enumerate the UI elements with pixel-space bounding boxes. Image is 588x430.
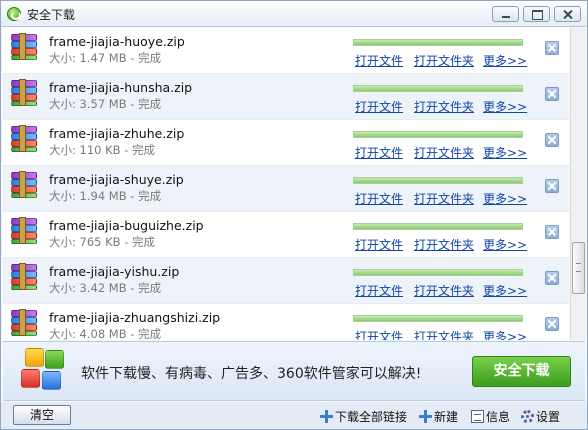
download-row[interactable]: frame-jiajia-shuye.zip 大小: 1.94 MB - 完成 … [3,166,569,212]
download-progress-bar [353,223,523,230]
open-file-link[interactable]: 打开文件 [355,190,403,207]
download-progress-bar [353,85,523,92]
file-size-status: 大小: 3.42 MB - 完成 [49,281,162,295]
plus-icon [419,410,432,423]
file-size-status: 大小: 765 KB - 完成 [49,235,156,249]
delete-item-icon[interactable] [545,133,559,147]
file-name: frame-jiajia-huoye.zip [49,34,185,49]
delete-item-icon[interactable] [545,179,559,193]
open-file-link[interactable]: 打开文件 [355,236,403,253]
more-link[interactable]: 更多>> [483,236,527,253]
download-progress-bar [353,269,523,276]
winrar-archive-icon [9,308,37,336]
file-name: frame-jiajia-shuye.zip [49,172,184,187]
info-label: 信息 [486,410,511,424]
file-size-status: 大小: 110 KB - 完成 [49,143,156,157]
file-name: frame-jiajia-zhuhe.zip [49,126,185,141]
more-link[interactable]: 更多>> [483,144,527,161]
download-row[interactable]: frame-jiajia-hunsha.zip 大小: 3.57 MB - 完成… [3,74,569,120]
new-label: 新建 [434,410,459,424]
winrar-archive-icon [9,32,37,60]
file-name: frame-jiajia-zhuangshizi.zip [49,310,221,325]
promo-text: 软件下载慢、有病毒、广告多、360软件管家可以解决! [81,366,422,382]
file-size-status: 大小: 4.08 MB - 完成 [49,327,162,340]
winrar-archive-icon [9,262,37,290]
gear-icon [521,410,534,423]
download-row[interactable]: frame-jiajia-buguizhe.zip 大小: 765 KB - 完… [3,212,569,258]
window-title: 安全下载 [27,8,76,22]
download-all-label: 下载全部链接 [335,410,408,424]
delete-item-icon[interactable] [545,225,559,239]
file-size-status: 大小: 1.94 MB - 完成 [49,189,162,203]
more-link[interactable]: 更多>> [483,190,527,207]
winrar-archive-icon [9,78,37,106]
winrar-archive-icon [9,124,37,152]
file-size-status: 大小: 3.57 MB - 完成 [49,97,162,111]
download-row[interactable]: frame-jiajia-zhuhe.zip 大小: 110 KB - 完成 打… [3,120,569,166]
plus-icon [320,410,333,423]
open-file-link[interactable]: 打开文件 [355,52,403,69]
download-progress-bar [353,39,523,46]
open-file-link[interactable]: 打开文件 [355,282,403,299]
promo-banner: 软件下载慢、有病毒、广告多、360软件管家可以解决! 安全下载 [3,341,585,401]
info-icon [471,410,484,423]
settings-label: 设置 [536,410,561,424]
open-folder-link[interactable]: 打开文件夹 [414,328,474,340]
file-name: frame-jiajia-hunsha.zip [49,80,193,95]
new-download-button[interactable]: 新建 [419,408,458,425]
360-software-manager-icon [21,348,69,394]
download-all-links-button[interactable]: 下载全部链接 [320,408,407,425]
download-row[interactable]: frame-jiajia-zhuangshizi.zip 大小: 4.08 MB… [3,304,569,340]
download-progress-bar [353,177,523,184]
delete-item-icon[interactable] [545,271,559,285]
open-folder-link[interactable]: 打开文件夹 [414,282,474,299]
close-button[interactable] [554,6,581,22]
delete-item-icon[interactable] [545,87,559,101]
bottom-toolbar: 清空 下载全部链接 新建 信息 设置 [1,402,587,429]
open-folder-link[interactable]: 打开文件夹 [414,144,474,161]
winrar-archive-icon [9,216,37,244]
open-file-link[interactable]: 打开文件 [355,98,403,115]
download-window: 安全下载 frame-jiajia-huoye.zip 大小: 1.47 MB … [0,0,588,430]
open-folder-link[interactable]: 打开文件夹 [414,52,474,69]
minimize-button[interactable] [492,6,519,22]
delete-item-icon[interactable] [545,317,559,331]
settings-button[interactable]: 设置 [521,408,560,425]
download-row[interactable]: frame-jiajia-yishu.zip 大小: 3.42 MB - 完成 … [3,258,569,304]
download-progress-bar [353,131,523,138]
safe-download-button[interactable]: 安全下载 [472,356,571,387]
download-progress-bar [353,315,523,322]
download-list: frame-jiajia-huoye.zip 大小: 1.47 MB - 完成 … [3,28,569,340]
info-button[interactable]: 信息 [471,408,510,425]
clear-button[interactable]: 清空 [13,405,71,425]
file-name: frame-jiajia-buguizhe.zip [49,218,204,233]
delete-item-icon[interactable] [545,41,559,55]
file-name: frame-jiajia-yishu.zip [49,264,180,279]
open-folder-link[interactable]: 打开文件夹 [414,236,474,253]
maximize-button[interactable] [523,6,550,22]
open-folder-link[interactable]: 打开文件夹 [414,190,474,207]
download-row[interactable]: frame-jiajia-huoye.zip 大小: 1.47 MB - 完成 … [3,28,569,74]
open-file-link[interactable]: 打开文件 [355,328,403,340]
scroll-thumb[interactable] [572,242,585,294]
more-link[interactable]: 更多>> [483,282,527,299]
more-link[interactable]: 更多>> [483,328,527,340]
title-bar[interactable]: 安全下载 [1,1,587,27]
file-size-status: 大小: 1.47 MB - 完成 [49,51,162,65]
open-folder-link[interactable]: 打开文件夹 [414,98,474,115]
more-link[interactable]: 更多>> [483,52,527,69]
vertical-scrollbar[interactable] [570,28,586,340]
app-logo-icon [7,7,21,21]
more-link[interactable]: 更多>> [483,98,527,115]
winrar-archive-icon [9,170,37,198]
open-file-link[interactable]: 打开文件 [355,144,403,161]
